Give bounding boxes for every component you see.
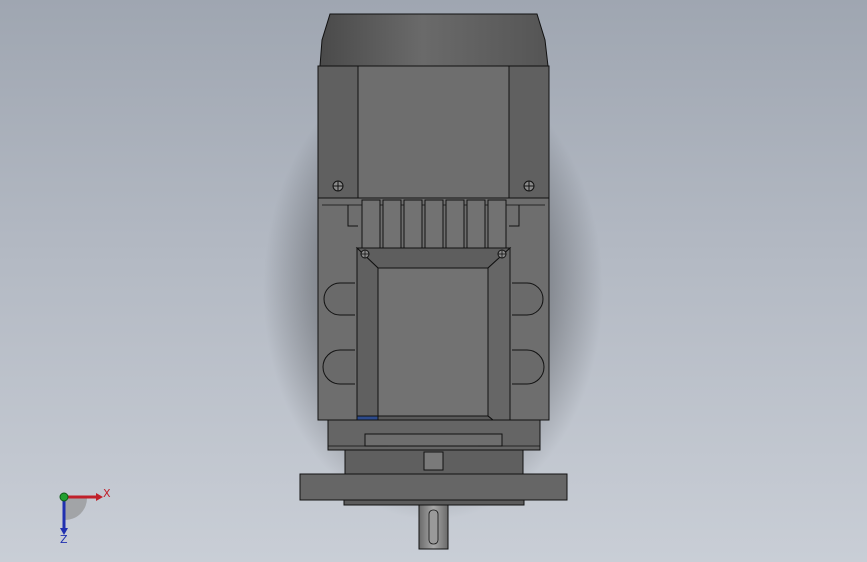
cad-viewport[interactable]: X Z	[0, 0, 867, 562]
bearing-neck	[344, 449, 524, 475]
mounting-flange	[299, 473, 568, 506]
housing-screw-left	[332, 180, 344, 192]
coordinate-triad[interactable]: X Z	[59, 487, 111, 546]
output-shaft	[418, 504, 449, 550]
terminal-box	[355, 246, 512, 436]
cooling-fins	[361, 199, 507, 249]
lower-housing	[327, 419, 541, 451]
housing-screw-right	[523, 180, 535, 192]
fan-cover	[319, 13, 549, 67]
terminal-screw-top-left	[360, 249, 370, 259]
x-axis-arrow-icon	[96, 493, 103, 501]
motor-model-drawing[interactable]: X Z	[0, 0, 867, 562]
x-axis-label: X	[103, 487, 111, 500]
y-axis-dot-icon	[59, 492, 69, 502]
z-axis-label: Z	[60, 533, 68, 546]
triad-plane-indicator	[64, 497, 88, 521]
terminal-screw-top-right	[497, 249, 507, 259]
